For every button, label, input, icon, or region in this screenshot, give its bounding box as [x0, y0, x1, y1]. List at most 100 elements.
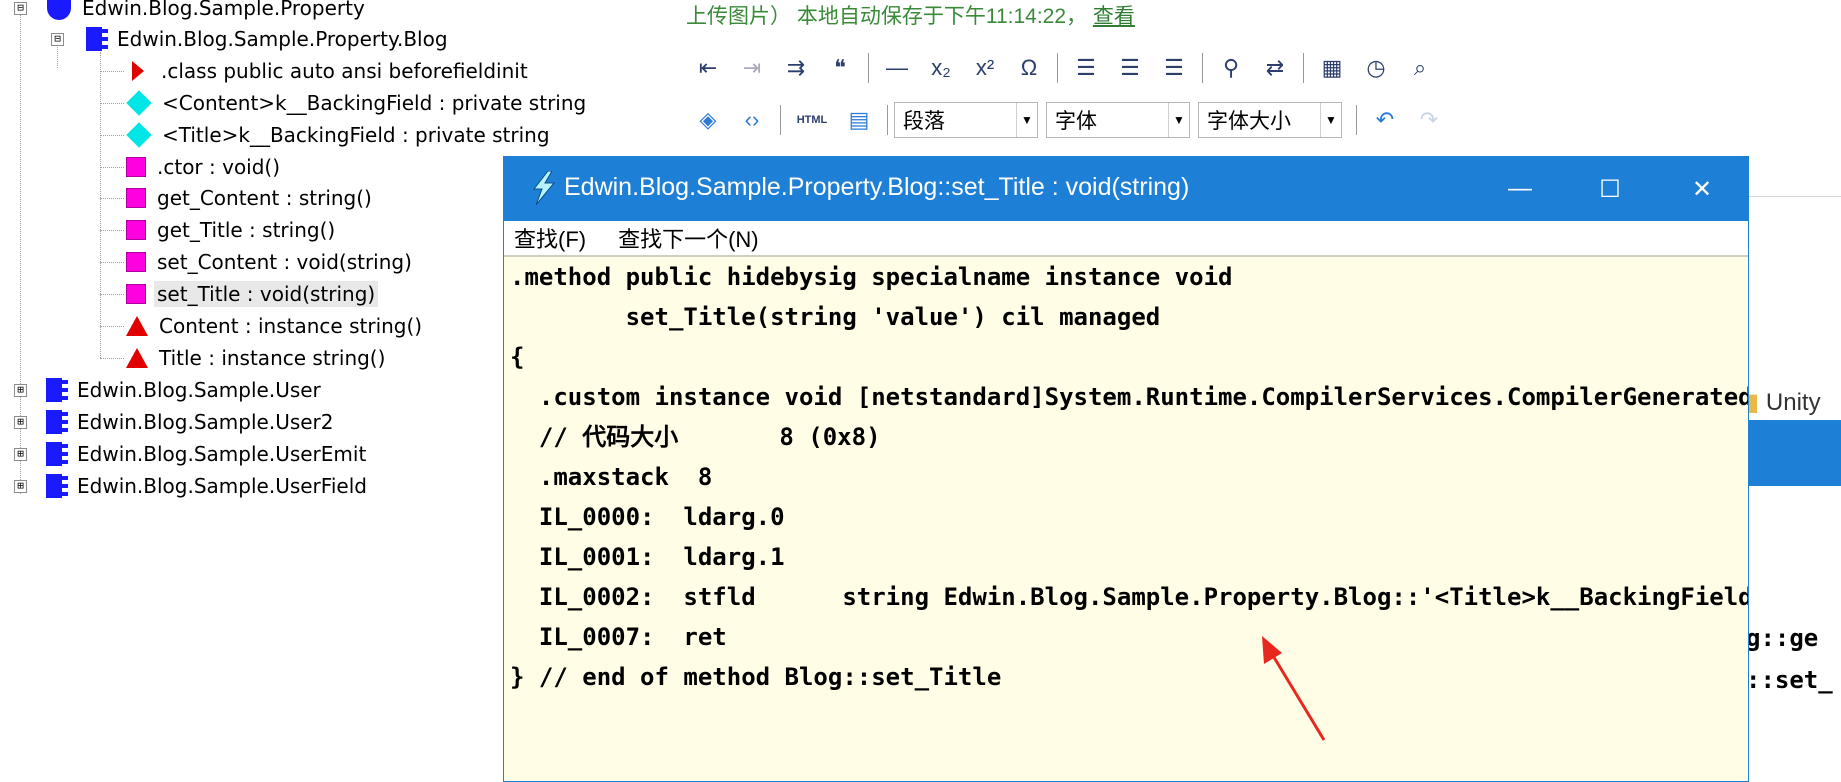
- tree-node-label: Content : instance string(): [159, 314, 423, 338]
- tree-node-class-user2[interactable]: Edwin.Blog.Sample.User2: [42, 408, 337, 436]
- code-line: .custom instance void [netstandard]Syste…: [538, 383, 1748, 411]
- toolbar-separator: [887, 105, 888, 135]
- tree-node-method[interactable]: get_Title : string(): [126, 216, 338, 244]
- tree-node-class-declaration[interactable]: .class public auto ansi beforefieldinit: [126, 57, 531, 85]
- window-title-bar[interactable]: Edwin.Blog.Sample.Property.Blog::set_Tit…: [504, 157, 1748, 221]
- class-icon: [42, 409, 68, 435]
- class-icon: [82, 26, 108, 52]
- tree-node-label: set_Title : void(string): [154, 281, 379, 307]
- tree-expand-toggle[interactable]: ⊞: [14, 480, 27, 493]
- html-source-button[interactable]: HTML: [792, 103, 832, 137]
- tree-node-label: get_Title : string(): [157, 218, 336, 242]
- view-autosave-link[interactable]: 查看: [1093, 5, 1135, 28]
- class-icon: [42, 473, 68, 499]
- field-icon: [126, 90, 152, 116]
- tree-guide-line: [100, 358, 124, 359]
- outdent-icon[interactable]: ⇤: [691, 51, 725, 85]
- blockquote-icon[interactable]: ❝: [823, 51, 857, 85]
- method-icon: [126, 157, 146, 177]
- indent-more-icon[interactable]: ⇉: [779, 51, 813, 85]
- code-line: set_Title(string 'value') cil managed: [510, 303, 1161, 331]
- tree-node-class-user[interactable]: Edwin.Blog.Sample.User: [42, 376, 324, 404]
- indent-icon[interactable]: ⇥: [735, 51, 769, 85]
- tree-guide-line: [100, 262, 124, 263]
- font-family-select[interactable]: 字体 ▼: [1046, 102, 1190, 138]
- menu-find[interactable]: 查找(F): [504, 222, 596, 254]
- il-code-view[interactable]: .method public hidebysig specialname ins…: [504, 255, 1748, 781]
- align-right-icon[interactable]: ☰: [1157, 51, 1191, 85]
- chevron-down-icon: ▼: [1320, 103, 1341, 137]
- redo-icon[interactable]: ↷: [1412, 103, 1446, 137]
- tree-node-class-blog[interactable]: Edwin.Blog.Sample.Property.Blog: [82, 25, 451, 53]
- tree-node-field[interactable]: <Content>k__BackingField : private strin…: [126, 89, 589, 117]
- tree-guide-line: [100, 198, 124, 199]
- tree-guide-line: [100, 326, 124, 327]
- tree-node-property[interactable]: Title : instance string(): [126, 344, 388, 372]
- unity-tab[interactable]: ▮ Unity: [1746, 388, 1821, 417]
- tree-expand-toggle[interactable]: ⊞: [14, 448, 27, 461]
- clock-icon[interactable]: ◷: [1359, 51, 1393, 85]
- font-family-value: 字体: [1055, 110, 1097, 133]
- class-icon: [42, 441, 68, 467]
- il-code-window: Edwin.Blog.Sample.Property.Blog::set_Tit…: [503, 156, 1749, 782]
- method-icon: [126, 252, 146, 272]
- tree-node-label: Edwin.Blog.Sample.Property.Blog: [117, 27, 448, 51]
- tree-expand-toggle[interactable]: ⊞: [14, 384, 27, 397]
- tree-node-method[interactable]: .ctor : void(): [126, 153, 283, 181]
- tree-guide-line: [100, 230, 124, 231]
- tree-node-method[interactable]: set_Content : void(string): [126, 248, 415, 276]
- menu-find-next[interactable]: 查找下一个(N): [608, 222, 769, 254]
- maximize-button[interactable]: ☐: [1570, 157, 1650, 221]
- subscript-icon[interactable]: x₂: [924, 51, 958, 85]
- code-icon[interactable]: ‹›: [735, 103, 769, 137]
- paragraph-format-select[interactable]: 段落 ▼: [894, 102, 1038, 138]
- autosave-status: 上传图片） 本地自动保存于下午11:14:22， 查看: [686, 0, 1135, 28]
- code-line: {: [510, 343, 525, 371]
- unity-tab-label: Unity: [1765, 389, 1821, 416]
- toolbar-separator: [1202, 53, 1203, 83]
- tree-expand-toggle[interactable]: ⊞: [14, 416, 27, 429]
- superscript-icon[interactable]: x²: [968, 51, 1002, 85]
- minimize-button[interactable]: —: [1480, 157, 1560, 221]
- code-line: .maxstack 8: [510, 463, 713, 491]
- replace-icon[interactable]: ⇄: [1258, 51, 1292, 85]
- method-icon: [126, 220, 146, 240]
- code-line: IL_0000: ldarg.0: [510, 503, 785, 531]
- tree-guide-line: [100, 294, 124, 295]
- font-size-value: 字体大小: [1207, 110, 1291, 133]
- tree-node-label: Edwin.Blog.Sample.UserEmit: [77, 442, 367, 466]
- tree-node-label: Edwin.Blog.Sample.User2: [77, 410, 334, 434]
- tree-node-namespace[interactable]: Edwin.Blog.Sample.Property: [47, 0, 368, 22]
- tree-guide-line: [100, 167, 124, 168]
- close-button[interactable]: ✕: [1662, 157, 1742, 221]
- template-icon[interactable]: ▤: [842, 103, 876, 137]
- tree-node-method-selected[interactable]: set_Title : void(string): [126, 280, 379, 308]
- tree-collapse-toggle[interactable]: ⊟: [14, 2, 27, 15]
- field-icon: [126, 122, 152, 148]
- code-line: IL_0001: ldarg.1: [510, 543, 785, 571]
- autosave-prefix: 上传图片）: [686, 5, 791, 28]
- tree-node-label: Title : instance string(): [159, 346, 386, 370]
- undo-icon[interactable]: ↶: [1368, 103, 1402, 137]
- align-center-icon[interactable]: ☰: [1113, 51, 1147, 85]
- tree-node-method[interactable]: get_Content : string(): [126, 184, 375, 212]
- namespace-icon: [47, 0, 71, 20]
- preview-icon[interactable]: ⌕: [1403, 51, 1437, 85]
- tree-guide-line: [100, 135, 124, 136]
- align-left-icon[interactable]: ☰: [1069, 51, 1103, 85]
- calendar-icon[interactable]: ▦: [1315, 51, 1349, 85]
- link-icon[interactable]: ◈: [691, 103, 725, 137]
- horizontal-rule-icon[interactable]: —: [880, 51, 914, 85]
- toolbar-separator: [1356, 105, 1357, 135]
- tree-node-class-useremit[interactable]: Edwin.Blog.Sample.UserEmit: [42, 440, 369, 468]
- method-icon: [126, 188, 146, 208]
- class-declaration-icon: [132, 61, 144, 81]
- tree-node-field[interactable]: <Title>k__BackingField : private string: [126, 121, 553, 149]
- tree-collapse-toggle[interactable]: ⊟: [51, 33, 64, 46]
- font-size-select[interactable]: 字体大小 ▼: [1198, 102, 1342, 138]
- tree-node-class-userfield[interactable]: Edwin.Blog.Sample.UserField: [42, 472, 370, 500]
- find-icon[interactable]: ⚲: [1214, 51, 1248, 85]
- special-char-icon[interactable]: Ω: [1012, 51, 1046, 85]
- tree-node-property[interactable]: Content : instance string(): [126, 312, 425, 340]
- tree-node-label: Edwin.Blog.Sample.User: [77, 378, 321, 402]
